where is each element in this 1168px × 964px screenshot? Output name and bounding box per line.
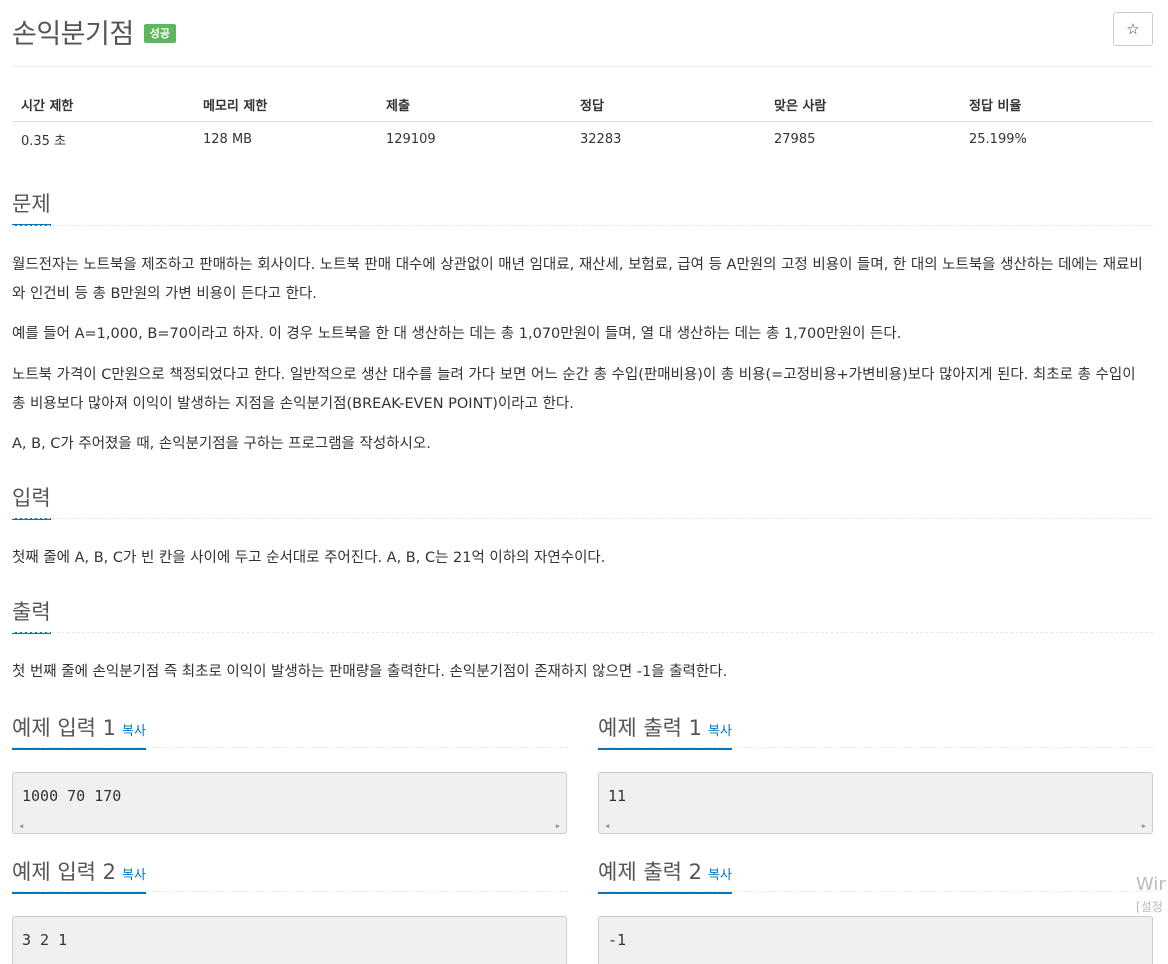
sample-input-2-text: 3 2 1 — [22, 931, 68, 949]
sample-input-2-label: 예제 입력 2 — [12, 860, 116, 884]
input-description: 첫째 줄에 A, B, C가 빈 칸을 사이에 두고 순서대로 주어진다. A,… — [12, 550, 606, 566]
favorite-button[interactable]: ☆ — [1113, 12, 1153, 46]
star-icon: ☆ — [1126, 20, 1140, 38]
sample-output-1-label: 예제 출력 1 — [598, 716, 702, 740]
sample-output-2-label: 예제 출력 2 — [598, 860, 702, 884]
problem-info-table: 시간 제한 메모리 제한 제출 정답 맞은 사람 정답 비율 0.35 초 12… — [12, 88, 1153, 157]
section-underline — [598, 748, 732, 750]
sample-output-2-title: 예제 출력 2 복사 — [598, 856, 732, 894]
header-submissions: 제출 — [377, 88, 571, 122]
header-time-limit: 시간 제한 — [12, 88, 194, 122]
sample-output-2-text: -1 — [608, 931, 627, 949]
table-row: 0.35 초 128 MB 129109 32283 27985 25.199% — [12, 121, 1153, 157]
section-divider — [598, 747, 1153, 748]
header-accepted: 정답 — [571, 88, 765, 122]
sample-input-1-text: 1000 70 170 — [22, 787, 122, 805]
output-description: 첫 번째 줄에 손익분기점 즉 최초로 이익이 발생하는 판매량을 출력한다. … — [12, 664, 728, 680]
problem-paragraph-2: 예를 들어 A=1,000, B=70이라고 하자. 이 경우 노트북을 한 대… — [12, 326, 902, 342]
value-memory-limit: 128 MB — [203, 131, 253, 147]
section-divider — [12, 518, 1153, 519]
sample-input-2-box[interactable]: 3 2 1 — [12, 916, 567, 964]
scroll-left-icon[interactable]: ◀ — [19, 822, 23, 830]
problem-section-label: 문제 — [12, 192, 51, 216]
activation-watermark: Wir — [1136, 874, 1166, 895]
sample-output-1-title: 예제 출력 1 복사 — [598, 712, 732, 750]
scroll-right-icon[interactable]: ▶ — [556, 822, 560, 830]
section-underline — [12, 892, 146, 894]
scroll-left-icon[interactable]: ◀ — [605, 822, 609, 830]
scroll-right-icon[interactable]: ▶ — [1142, 822, 1146, 830]
horizontal-scrollbar[interactable]: ◀ ▶ — [13, 819, 566, 833]
sample-input-1-box[interactable]: 1000 70 170 ◀ ▶ — [12, 772, 567, 834]
sample-input-1-label: 예제 입력 1 — [12, 716, 116, 740]
section-divider — [598, 891, 1153, 892]
value-submissions: 129109 — [386, 131, 436, 147]
copy-button[interactable]: 복사 — [122, 868, 146, 883]
section-underline — [598, 892, 732, 894]
status-badge: 성공 — [143, 24, 176, 43]
horizontal-scrollbar[interactable]: ◀ ▶ — [599, 819, 1152, 833]
copy-button[interactable]: 복사 — [708, 724, 732, 739]
section-divider — [12, 632, 1153, 633]
problem-paragraph-1: 월드전자는 노트북을 제조하고 판매하는 회사이다. 노트북 판매 대수에 상관… — [12, 257, 1143, 302]
title-divider — [12, 66, 1153, 67]
problem-section-title: 문제 — [12, 188, 51, 226]
value-accepted: 32283 — [580, 131, 622, 147]
sample-output-1-text: 11 — [608, 787, 627, 805]
page-title: 손익분기점 — [12, 19, 134, 50]
header-solvers: 맞은 사람 — [765, 88, 960, 122]
sample-output-1-box[interactable]: 11 ◀ ▶ — [598, 772, 1153, 834]
value-ratio: 25.199% — [969, 131, 1027, 147]
activation-watermark-sub: [설정 — [1136, 900, 1163, 914]
problem-paragraph-4: A, B, C가 주어졌을 때, 손익분기점을 구하는 프로그램을 작성하시오. — [12, 436, 431, 452]
title-row: 손익분기점 성공 — [12, 12, 176, 51]
input-section-label: 입력 — [12, 486, 51, 510]
section-underline — [12, 748, 146, 750]
sample-input-2-title: 예제 입력 2 복사 — [12, 856, 146, 894]
input-section-title: 입력 — [12, 482, 51, 520]
output-section-title: 출력 — [12, 596, 51, 634]
section-divider — [12, 747, 568, 748]
copy-button[interactable]: 복사 — [122, 724, 146, 739]
problem-paragraph-3: 노트북 가격이 C만원으로 책정되었다고 한다. 일반적으로 생산 대수를 늘려… — [12, 367, 1136, 412]
section-divider — [12, 225, 1153, 226]
value-time-limit: 0.35 초 — [21, 133, 67, 149]
header-memory-limit: 메모리 제한 — [194, 88, 377, 122]
sample-input-1-title: 예제 입력 1 복사 — [12, 712, 146, 750]
header-ratio: 정답 비율 — [960, 88, 1153, 122]
table-header-row: 시간 제한 메모리 제한 제출 정답 맞은 사람 정답 비율 — [12, 88, 1153, 122]
output-section-label: 출력 — [12, 600, 51, 624]
value-solvers: 27985 — [774, 131, 816, 147]
copy-button[interactable]: 복사 — [708, 868, 732, 883]
sample-output-2-box[interactable]: -1 — [598, 916, 1153, 964]
section-divider — [12, 891, 568, 892]
